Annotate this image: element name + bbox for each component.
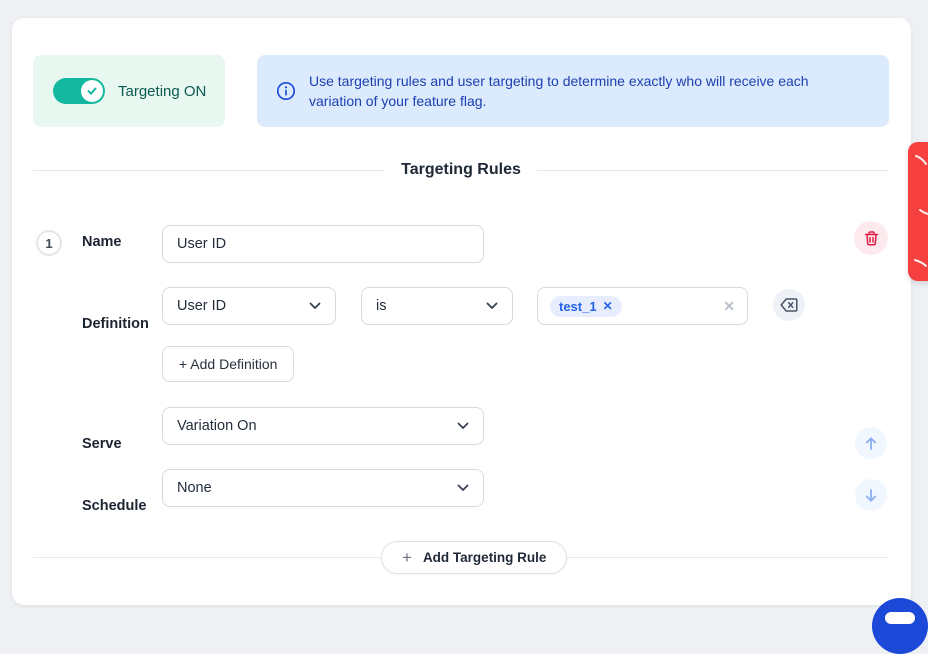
add-targeting-rule-button[interactable]: + Add Targeting Rule bbox=[381, 541, 567, 574]
chat-widget-button[interactable] bbox=[872, 598, 928, 654]
plus-icon: + bbox=[402, 549, 412, 566]
arrow-down-icon bbox=[864, 488, 878, 503]
chevron-down-icon bbox=[457, 484, 469, 492]
operator-select[interactable]: is bbox=[361, 287, 513, 325]
value-chip: test_1 ✕ bbox=[550, 296, 622, 317]
side-tab-text-fragment bbox=[908, 142, 928, 281]
attribute-select-value: User ID bbox=[177, 298, 226, 314]
targeting-toggle-panel: Targeting ON bbox=[33, 55, 225, 127]
operator-select-value: is bbox=[376, 298, 386, 314]
schedule-select[interactable]: None bbox=[162, 469, 484, 507]
info-banner-text: Use targeting rules and user targeting t… bbox=[309, 71, 849, 111]
feedback-side-tab[interactable] bbox=[908, 142, 928, 281]
move-rule-down-button[interactable] bbox=[855, 479, 887, 511]
chevron-down-icon bbox=[457, 422, 469, 430]
info-banner: Use targeting rules and user targeting t… bbox=[257, 55, 889, 127]
serve-label: Serve bbox=[82, 436, 122, 452]
rule-name-value: User ID bbox=[177, 236, 226, 252]
value-chip-text: test_1 bbox=[559, 300, 597, 313]
attribute-select[interactable]: User ID bbox=[162, 287, 336, 325]
schedule-select-value: None bbox=[177, 480, 212, 496]
toggle-check-icon bbox=[81, 80, 103, 102]
remove-definition-button[interactable] bbox=[773, 289, 805, 321]
targeting-toggle[interactable] bbox=[53, 78, 105, 104]
chip-remove-icon[interactable]: ✕ bbox=[603, 300, 613, 312]
value-tags-input[interactable]: test_1 ✕ ✕ bbox=[537, 287, 748, 325]
arrow-up-icon bbox=[864, 436, 878, 451]
chat-widget-logo bbox=[885, 612, 915, 624]
rule-number-badge: 1 bbox=[36, 230, 62, 256]
divider-line bbox=[33, 170, 385, 171]
name-label: Name bbox=[82, 234, 122, 250]
rule-name-input[interactable]: User ID bbox=[162, 225, 484, 263]
delete-rule-button[interactable] bbox=[854, 221, 888, 255]
serve-select-value: Variation On bbox=[177, 418, 257, 434]
schedule-label: Schedule bbox=[82, 498, 146, 514]
definition-label: Definition bbox=[82, 316, 149, 332]
serve-select[interactable]: Variation On bbox=[162, 407, 484, 445]
backspace-icon bbox=[780, 298, 798, 312]
move-rule-up-button[interactable] bbox=[855, 427, 887, 459]
info-icon bbox=[276, 81, 296, 101]
section-heading: Targeting Rules bbox=[33, 161, 889, 179]
trash-icon bbox=[863, 230, 880, 247]
section-title: Targeting Rules bbox=[401, 161, 521, 179]
add-definition-button[interactable]: + Add Definition bbox=[162, 346, 294, 382]
targeting-card: Targeting ON Use targeting rules and use… bbox=[12, 18, 911, 605]
divider-line bbox=[537, 170, 889, 171]
clear-input-icon[interactable]: ✕ bbox=[723, 298, 735, 315]
chevron-down-icon bbox=[309, 302, 321, 310]
targeting-toggle-label: Targeting ON bbox=[118, 83, 206, 100]
add-targeting-rule-label: Add Targeting Rule bbox=[423, 550, 547, 565]
chevron-down-icon bbox=[486, 302, 498, 310]
